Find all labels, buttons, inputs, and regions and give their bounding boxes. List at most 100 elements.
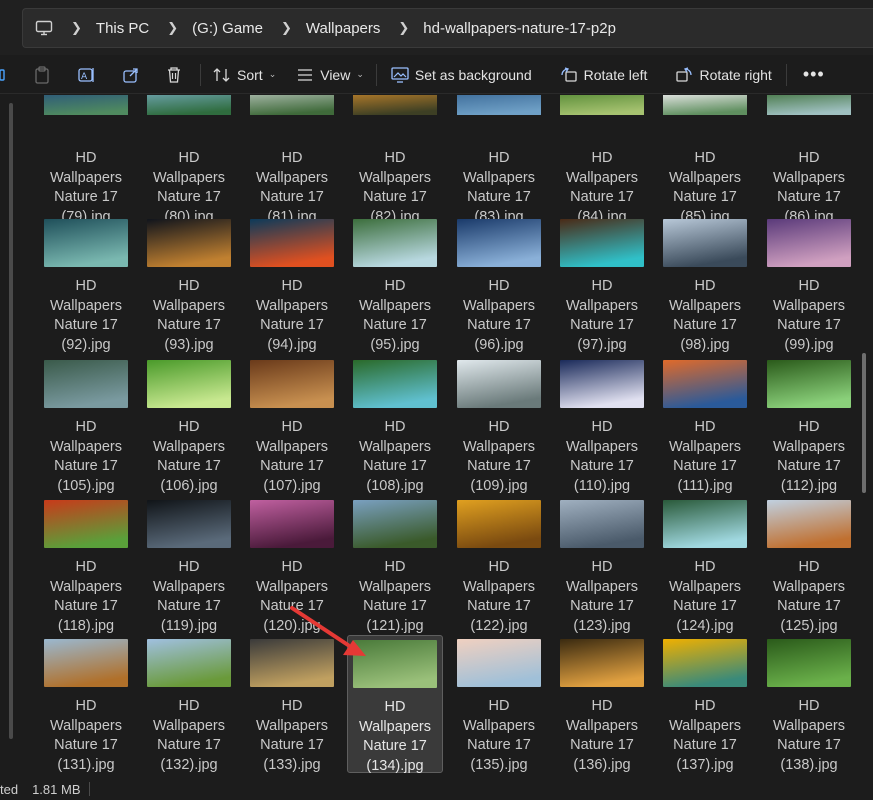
- image-thumbnail[interactable]: [44, 639, 128, 687]
- image-thumbnail[interactable]: [663, 360, 747, 408]
- image-thumbnail[interactable]: [767, 500, 851, 548]
- image-thumbnail[interactable]: [147, 95, 231, 141]
- sort-button[interactable]: Sort ⌄: [213, 60, 276, 90]
- new-icon[interactable]: [0, 60, 14, 90]
- file-item[interactable]: HD Wallpapers Nature 17 (122).jpg: [451, 500, 547, 636]
- file-item[interactable]: HD Wallpapers Nature 17 (119).jpg: [141, 500, 237, 636]
- this-pc-icon[interactable]: [35, 19, 53, 37]
- image-thumbnail[interactable]: [767, 639, 851, 687]
- file-item[interactable]: HD Wallpapers Nature 17 (121).jpg: [347, 500, 443, 636]
- image-thumbnail[interactable]: [250, 219, 334, 267]
- vertical-scrollbar[interactable]: [862, 353, 866, 493]
- image-thumbnail[interactable]: [353, 95, 437, 141]
- file-item[interactable]: HD Wallpapers Nature 17 (107).jpg: [244, 360, 340, 496]
- image-thumbnail[interactable]: [353, 640, 437, 688]
- file-item[interactable]: HD Wallpapers Nature 17 (109).jpg: [451, 360, 547, 496]
- file-item[interactable]: HD Wallpapers Nature 17 (86).jpg: [761, 95, 857, 227]
- image-thumbnail[interactable]: [457, 360, 541, 408]
- file-item[interactable]: HD Wallpapers Nature 17 (84).jpg: [554, 95, 650, 227]
- file-item[interactable]: HD Wallpapers Nature 17 (110).jpg: [554, 360, 650, 496]
- file-item[interactable]: HD Wallpapers Nature 17 (105).jpg: [38, 360, 134, 496]
- file-item[interactable]: HD Wallpapers Nature 17 (137).jpg: [657, 639, 753, 775]
- chevron-right-icon[interactable]: ❯: [71, 20, 82, 36]
- image-thumbnail[interactable]: [457, 639, 541, 687]
- rotate-right-button[interactable]: Rotate right: [675, 60, 772, 90]
- image-thumbnail[interactable]: [663, 500, 747, 548]
- image-thumbnail[interactable]: [457, 500, 541, 548]
- navigation-pane-scrollbar[interactable]: [9, 103, 13, 739]
- file-item[interactable]: HD Wallpapers Nature 17 (125).jpg: [761, 500, 857, 636]
- image-thumbnail[interactable]: [560, 219, 644, 267]
- image-thumbnail[interactable]: [147, 639, 231, 687]
- breadcrumb-item-current-folder[interactable]: hd-wallpapers-nature-17-p2p: [423, 20, 616, 37]
- more-options-icon[interactable]: •••: [803, 60, 825, 90]
- image-thumbnail[interactable]: [44, 219, 128, 267]
- file-item[interactable]: HD Wallpapers Nature 17 (118).jpg: [38, 500, 134, 636]
- image-thumbnail[interactable]: [767, 219, 851, 267]
- file-item[interactable]: HD Wallpapers Nature 17 (120).jpg: [244, 500, 340, 636]
- breadcrumb-item-wallpapers[interactable]: Wallpapers: [306, 20, 380, 37]
- set-as-background-button[interactable]: Set as background: [391, 60, 532, 90]
- chevron-right-icon[interactable]: ❯: [281, 20, 292, 36]
- image-thumbnail[interactable]: [560, 95, 644, 141]
- breadcrumb-item-drive[interactable]: (G:) Game: [192, 20, 263, 37]
- file-item[interactable]: HD Wallpapers Nature 17 (124).jpg: [657, 500, 753, 636]
- image-thumbnail[interactable]: [560, 639, 644, 687]
- file-item[interactable]: HD Wallpapers Nature 17 (85).jpg: [657, 95, 753, 227]
- image-thumbnail[interactable]: [250, 95, 334, 141]
- image-thumbnail[interactable]: [353, 360, 437, 408]
- file-item[interactable]: HD Wallpapers Nature 17 (99).jpg: [761, 219, 857, 355]
- file-item[interactable]: HD Wallpapers Nature 17 (111).jpg: [657, 360, 753, 496]
- file-item[interactable]: HD Wallpapers Nature 17 (83).jpg: [451, 95, 547, 227]
- image-thumbnail[interactable]: [250, 500, 334, 548]
- image-thumbnail[interactable]: [560, 360, 644, 408]
- image-thumbnail[interactable]: [353, 219, 437, 267]
- image-thumbnail[interactable]: [250, 360, 334, 408]
- file-item[interactable]: HD Wallpapers Nature 17 (94).jpg: [244, 219, 340, 355]
- image-thumbnail[interactable]: [147, 219, 231, 267]
- image-thumbnail[interactable]: [663, 95, 747, 141]
- rotate-left-button[interactable]: Rotate left: [560, 60, 647, 90]
- chevron-right-icon[interactable]: ❯: [167, 20, 178, 36]
- share-icon[interactable]: [122, 60, 144, 90]
- breadcrumb[interactable]: ❯ This PC ❯ (G:) Game ❯ Wallpapers ❯ hd-…: [22, 8, 873, 48]
- file-item[interactable]: HD Wallpapers Nature 17 (96).jpg: [451, 219, 547, 355]
- file-item[interactable]: HD Wallpapers Nature 17 (81).jpg: [244, 95, 340, 227]
- image-thumbnail[interactable]: [767, 360, 851, 408]
- file-item[interactable]: HD Wallpapers Nature 17 (132).jpg: [141, 639, 237, 775]
- file-item[interactable]: HD Wallpapers Nature 17 (138).jpg: [761, 639, 857, 775]
- file-item[interactable]: HD Wallpapers Nature 17 (106).jpg: [141, 360, 237, 496]
- paste-icon[interactable]: [34, 60, 56, 90]
- file-item[interactable]: HD Wallpapers Nature 17 (112).jpg: [761, 360, 857, 496]
- file-item[interactable]: HD Wallpapers Nature 17 (79).jpg: [38, 95, 134, 227]
- file-item[interactable]: HD Wallpapers Nature 17 (95).jpg: [347, 219, 443, 355]
- image-thumbnail[interactable]: [663, 219, 747, 267]
- file-item[interactable]: HD Wallpapers Nature 17 (80).jpg: [141, 95, 237, 227]
- view-button[interactable]: View ⌄: [296, 60, 364, 90]
- image-thumbnail[interactable]: [457, 95, 541, 141]
- image-thumbnail[interactable]: [147, 360, 231, 408]
- file-item[interactable]: HD Wallpapers Nature 17 (97).jpg: [554, 219, 650, 355]
- delete-icon[interactable]: [166, 60, 188, 90]
- image-thumbnail[interactable]: [44, 500, 128, 548]
- file-item[interactable]: HD Wallpapers Nature 17 (135).jpg: [451, 639, 547, 775]
- file-item[interactable]: HD Wallpapers Nature 17 (123).jpg: [554, 500, 650, 636]
- image-thumbnail[interactable]: [44, 360, 128, 408]
- image-thumbnail[interactable]: [663, 639, 747, 687]
- image-thumbnail[interactable]: [44, 95, 128, 141]
- file-item[interactable]: HD Wallpapers Nature 17 (133).jpg: [244, 639, 340, 775]
- image-thumbnail[interactable]: [457, 219, 541, 267]
- breadcrumb-item-this-pc[interactable]: This PC: [96, 20, 149, 37]
- file-item[interactable]: HD Wallpapers Nature 17 (98).jpg: [657, 219, 753, 355]
- file-item[interactable]: HD Wallpapers Nature 17 (134).jpg: [347, 635, 443, 774]
- image-thumbnail[interactable]: [147, 500, 231, 548]
- file-item[interactable]: HD Wallpapers Nature 17 (93).jpg: [141, 219, 237, 355]
- image-thumbnail[interactable]: [560, 500, 644, 548]
- rename-icon[interactable]: A: [78, 60, 100, 90]
- image-thumbnail[interactable]: [353, 500, 437, 548]
- file-item[interactable]: HD Wallpapers Nature 17 (131).jpg: [38, 639, 134, 775]
- chevron-right-icon[interactable]: ❯: [398, 20, 409, 36]
- file-item[interactable]: HD Wallpapers Nature 17 (92).jpg: [38, 219, 134, 355]
- file-item[interactable]: HD Wallpapers Nature 17 (82).jpg: [347, 95, 443, 227]
- file-item[interactable]: HD Wallpapers Nature 17 (136).jpg: [554, 639, 650, 775]
